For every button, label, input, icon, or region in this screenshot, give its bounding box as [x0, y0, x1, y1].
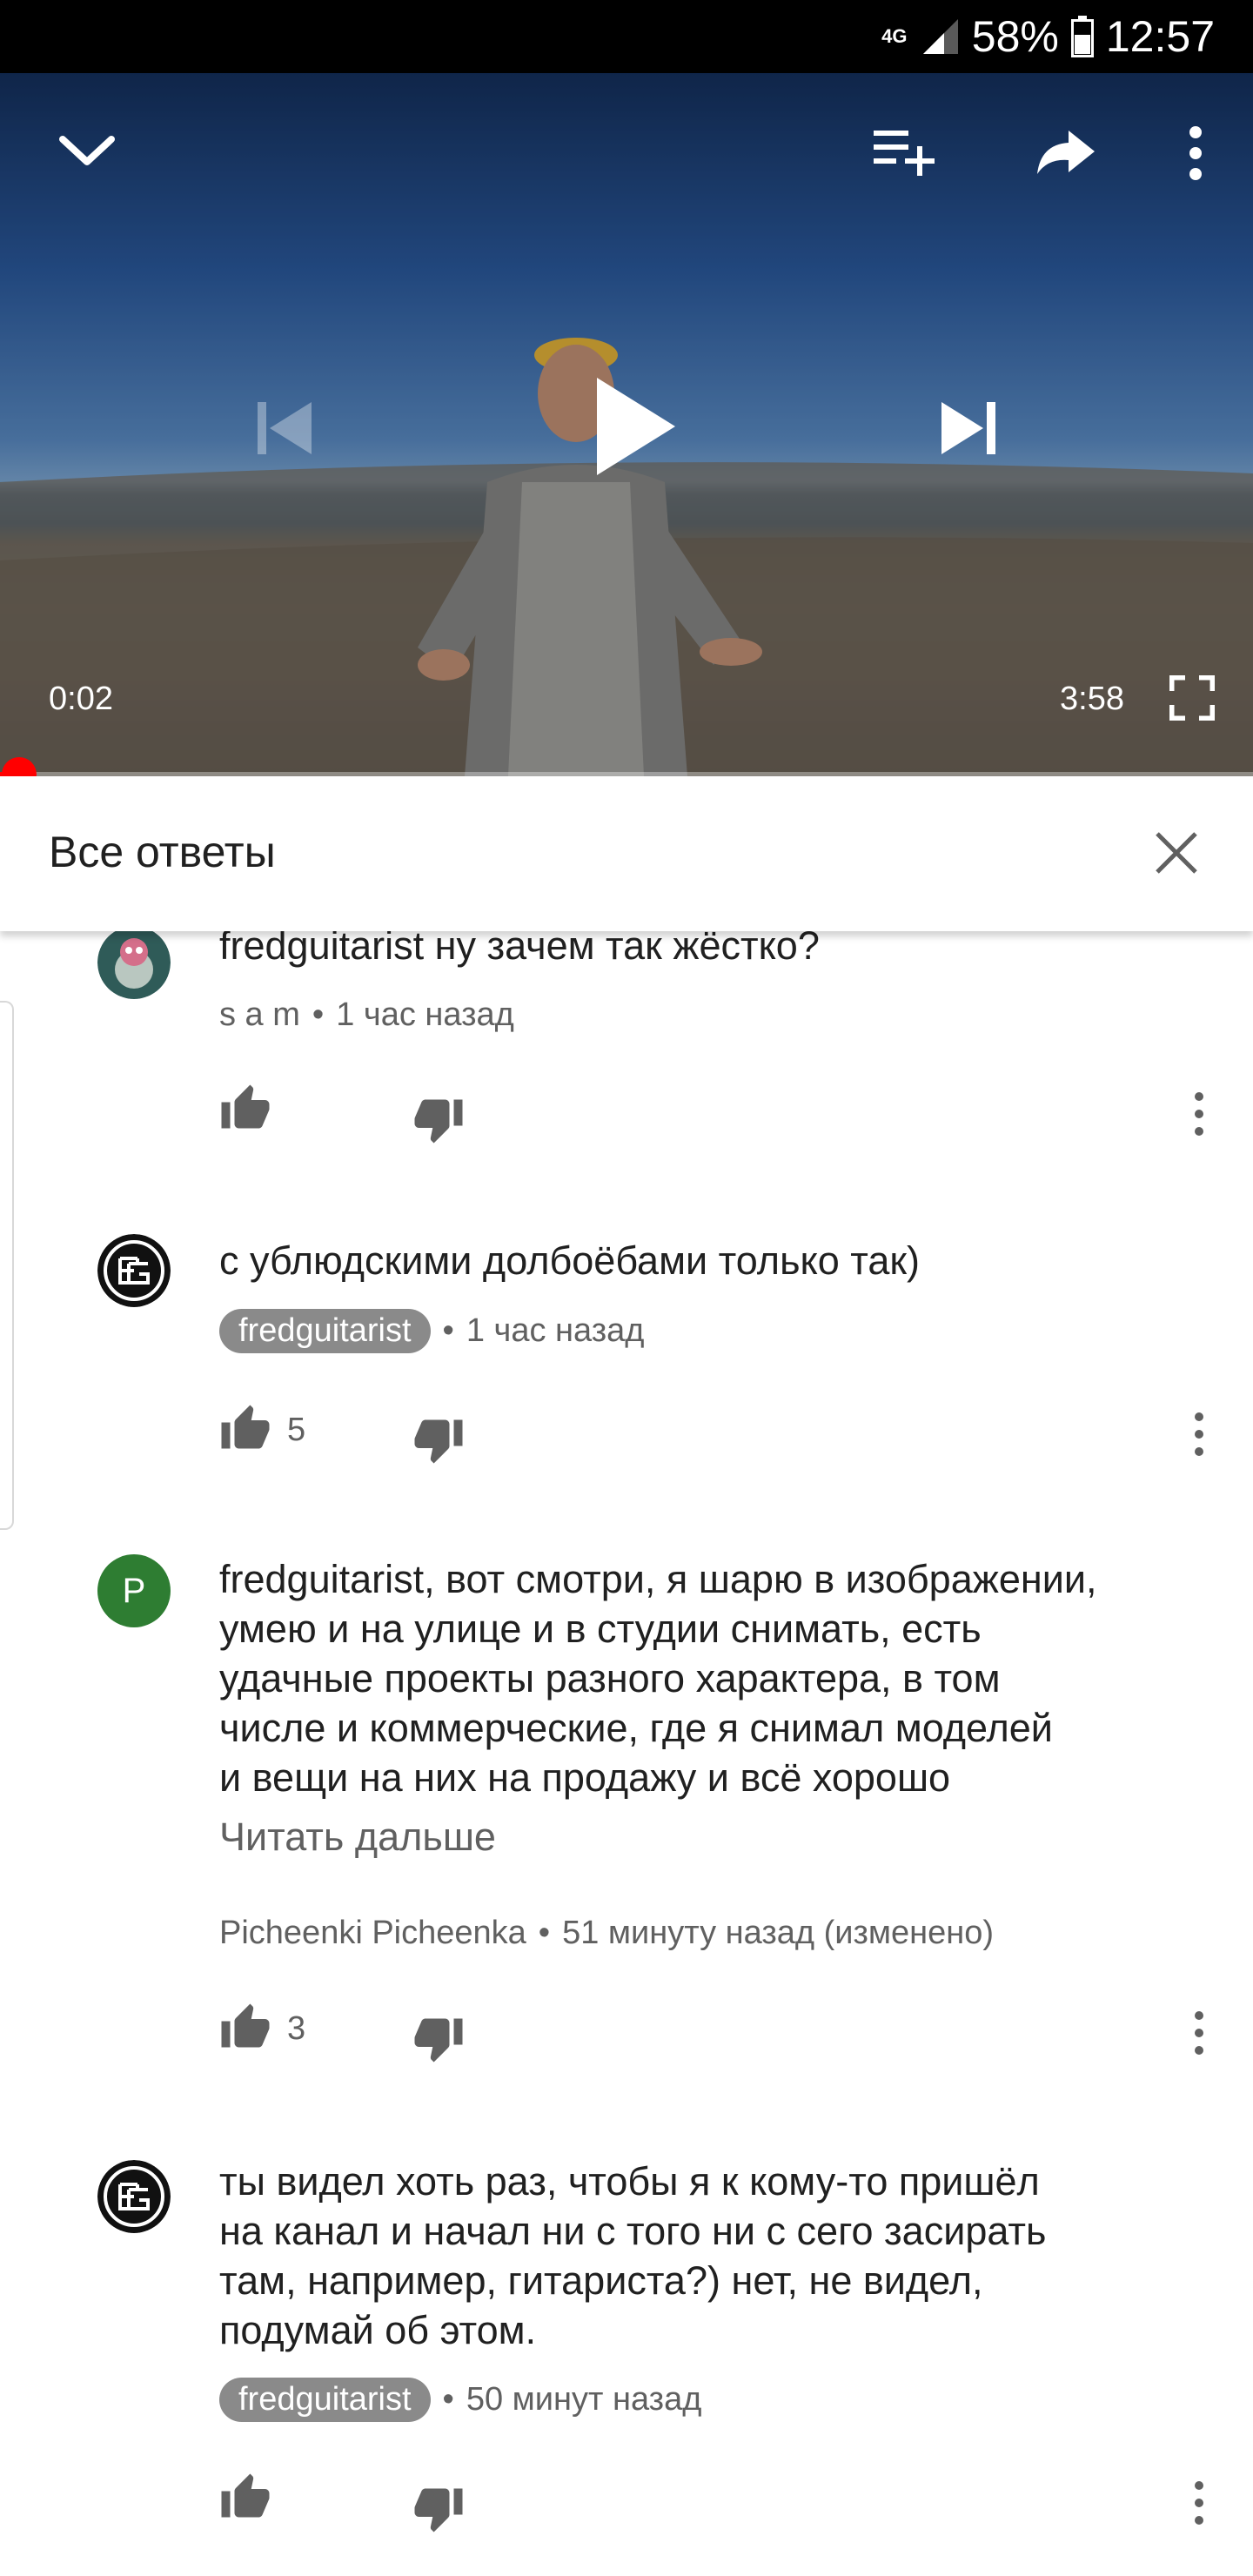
avatar[interactable]	[97, 926, 171, 999]
like-count: 3	[287, 2010, 306, 2047]
network-type: 4G	[881, 25, 908, 47]
separator-dot: •	[312, 996, 325, 1033]
comment-line: fredguitarist, вот смотри, я шарю в изоб…	[219, 1557, 1097, 1601]
thumbs-down-icon[interactable]	[412, 2482, 465, 2534]
avatar[interactable]: P	[97, 1554, 171, 1627]
comment-line: подумай об этом.	[219, 2308, 537, 2352]
comment-time: 1 час назад	[466, 1312, 645, 1349]
thumbs-up-icon[interactable]	[219, 2002, 271, 2054]
next-icon[interactable]	[936, 397, 999, 460]
comment-author[interactable]: Picheenki Picheenka	[219, 1915, 526, 1952]
replies-header: Все ответы	[0, 776, 1253, 931]
more-vert-icon[interactable]	[1180, 125, 1211, 181]
comment-text: ты видел хоть раз, чтобы я к кому-то при…	[219, 2157, 1211, 2355]
video-player[interactable]: 0:02 3:58	[0, 73, 1253, 776]
comment-line: удачные проекты разного характера, в том	[219, 1656, 1001, 1701]
thumbs-down-icon[interactable]	[412, 1413, 465, 1466]
thumbs-up-icon[interactable]	[219, 1083, 271, 1135]
comment-text: fredguitarist, вот смотри, я шарю в изоб…	[219, 1554, 1211, 1802]
thumbs-down-icon[interactable]	[412, 1093, 465, 1145]
author-chip[interactable]: fredguitarist	[219, 1309, 431, 1353]
comment-more-icon[interactable]	[1182, 2477, 1216, 2529]
comment-more-icon[interactable]	[1182, 2007, 1216, 2059]
author-chip[interactable]: fredguitarist	[219, 2378, 431, 2422]
comment-author[interactable]: s a m	[219, 996, 300, 1034]
battery-percent: 58%	[971, 12, 1059, 61]
avatar[interactable]	[97, 2160, 171, 2233]
comment-line: там, например, гитариста?) нет, не видел…	[219, 2258, 983, 2303]
minimize-chevron-icon[interactable]	[56, 129, 118, 171]
signal-icon	[922, 19, 958, 54]
duration: 3:58	[1060, 681, 1124, 717]
comment-more-icon[interactable]	[1182, 1088, 1216, 1140]
avatar[interactable]	[97, 1234, 171, 1307]
comment-time: 1 час назад	[336, 996, 514, 1033]
panel-title: Все ответы	[49, 828, 276, 876]
status-bar: 4G 58% 12:57	[0, 0, 1253, 73]
thumbs-up-icon[interactable]	[219, 2472, 271, 2524]
thumbs-down-icon[interactable]	[412, 2012, 465, 2064]
comment-meta: fredguitarist • 1 час назад	[219, 1309, 644, 1353]
comment-line: на канал и начал ни с того ни с сего зас…	[219, 2209, 1047, 2253]
comment-time: 51 минуту назад (изменено)	[562, 1915, 995, 1951]
separator-dot: •	[538, 1915, 551, 1951]
close-icon[interactable]	[1150, 827, 1203, 879]
comment-text: с ублюдскими долбоёбами только так)	[219, 1238, 921, 1283]
separator-dot: •	[442, 2381, 454, 2418]
add-to-playlist-icon[interactable]	[872, 125, 938, 178]
play-icon[interactable]	[592, 374, 679, 479]
comment-line: ты видел хоть раз, чтобы я к кому-то при…	[219, 2159, 1040, 2204]
share-icon[interactable]	[1034, 125, 1096, 178]
comment-line: и вещи на них на продажу и всё хорошо	[219, 1755, 951, 1800]
like-count: 5	[287, 1412, 306, 1448]
scroll-edge-indicator	[0, 1001, 14, 1530]
fullscreen-icon[interactable]	[1169, 675, 1215, 721]
comment-meta: fredguitarist • 50 минут назад	[219, 2378, 701, 2422]
comment-meta: Picheenki Picheenka • 51 минуту назад (и…	[219, 1915, 994, 1952]
read-more-link[interactable]: Читать дальше	[219, 1815, 496, 1860]
current-time: 0:02	[49, 681, 113, 717]
comment-time: 50 минут назад	[466, 2381, 702, 2418]
comment-meta: s a m • 1 час назад	[219, 996, 514, 1034]
thumbs-up-icon[interactable]	[219, 1403, 271, 1455]
battery-icon	[1070, 16, 1094, 57]
comment-more-icon[interactable]	[1182, 1408, 1216, 1460]
comment-line: умею и на улице и в студии снимать, есть	[219, 1607, 982, 1651]
comment-line: числе и коммерческие, где я снимал модел…	[219, 1706, 1053, 1750]
separator-dot: •	[442, 1312, 454, 1349]
previous-icon	[258, 402, 312, 454]
clock: 12:57	[1105, 12, 1215, 61]
